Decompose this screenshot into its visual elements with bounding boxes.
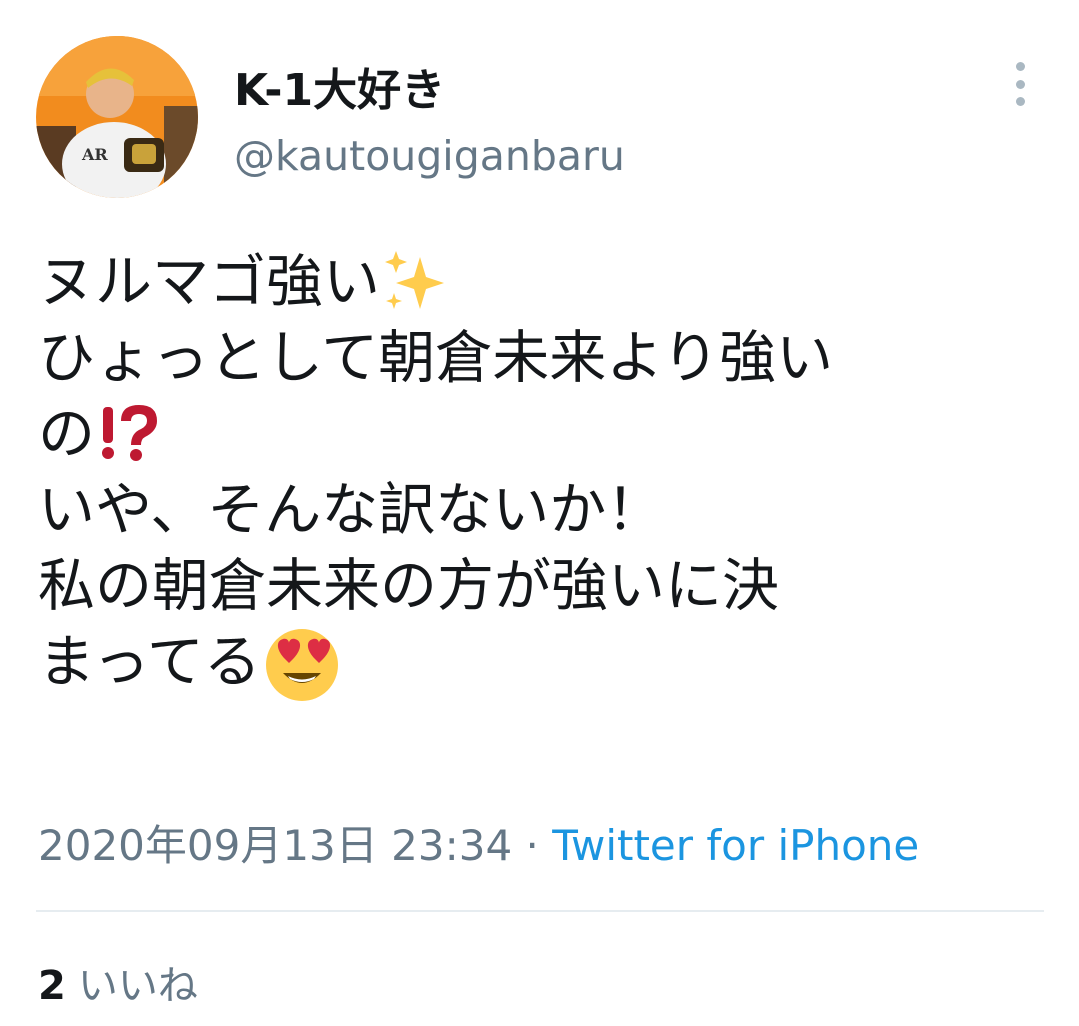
heart-eyes-icon [265,629,338,701]
tweet-line: いや、そんな訳ないか！ [38,472,1048,548]
tweet-line-text: ひょっとして朝倉未来より強い [38,325,834,391]
more-options-icon[interactable] [1004,62,1036,106]
divider [36,910,1044,912]
tweet-line: 私の朝倉未来の方が強いに決 [38,548,1048,624]
likes-stat[interactable]: 2 いいね [38,953,198,1011]
sparkles-icon [385,251,444,309]
likes-label: いいね [77,963,198,1009]
svg-text:AR: AR [81,145,108,164]
tweet-line-text: の [38,401,95,467]
tweet-line: ヌルマゴ強い [38,244,1048,320]
tweet-time: 23:34 [391,821,513,870]
tweet-line: ひょっとして朝倉未来より強い [38,320,1048,396]
tweet-line-text: ヌルマゴ強い [38,249,380,315]
display-name[interactable]: K-1大好き [234,54,445,118]
tweet-source-link[interactable]: Twitter for iPhone [552,821,919,870]
tweet-line-text: まってる [38,629,261,695]
profile-photo: AR [36,36,198,198]
avatar[interactable]: AR [36,36,198,198]
likes-count: 2 [38,963,66,1009]
tweet-line: まってる [38,624,1048,701]
user-handle[interactable]: @kautougiganbaru [234,132,625,180]
tweet-line-text: 私の朝倉未来の方が強いに決 [38,553,779,619]
tweet-meta: 2020年09月13日 23:34 · Twitter for iPhone [38,812,919,873]
meta-separator: · [525,821,539,870]
tweet-line: の [38,396,1048,472]
tweet-date: 2020年09月13日 [38,821,378,870]
tweet-text: ヌルマゴ強い ひょっとして朝倉未来より強い の いや、そんな訳ないか！ 私の朝倉… [38,244,1048,701]
exclamation-question-mark-icon [102,405,157,461]
tweet-line-text: いや、そんな訳ないか！ [38,477,664,543]
